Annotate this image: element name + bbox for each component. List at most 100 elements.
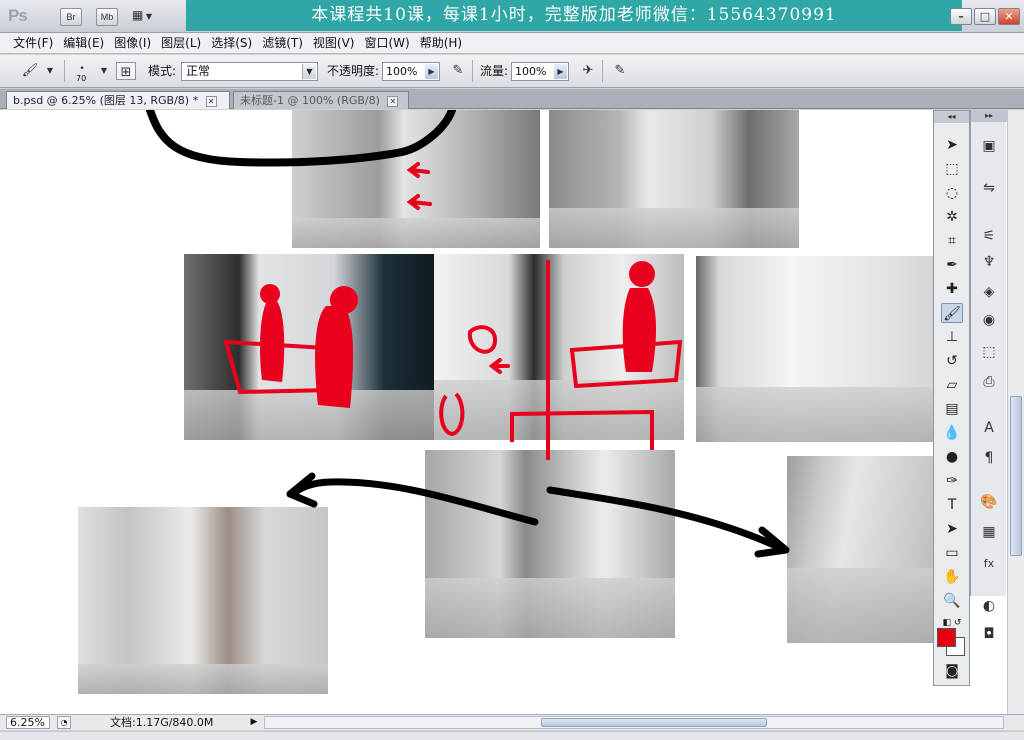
- path-selection-tool-icon[interactable]: ➤: [941, 519, 963, 539]
- maximize-button[interactable]: □: [974, 8, 996, 25]
- clone-source-panel-icon[interactable]: ◐: [979, 596, 999, 616]
- paths-panel-icon[interactable]: ⬚: [979, 342, 999, 362]
- vertical-scroll-thumb[interactable]: [1010, 396, 1022, 556]
- quick-mask-icon[interactable]: ◙: [941, 661, 963, 681]
- camera-panel-icon[interactable]: ◘: [979, 624, 999, 644]
- foreground-color-swatch[interactable]: [937, 628, 956, 647]
- tab-label: b.psd @ 6.25% (图层 13, RGB/8) *: [13, 94, 199, 107]
- menu-help[interactable]: 帮助(H): [415, 33, 467, 53]
- blend-mode-value: 正常: [186, 64, 211, 78]
- blur-tool-icon[interactable]: 💧: [941, 423, 963, 443]
- menu-filter[interactable]: 滤镜(T): [257, 33, 308, 53]
- paragraph-panel-icon[interactable]: ¶: [979, 448, 999, 468]
- separator: [602, 60, 603, 82]
- menu-image[interactable]: 图像(I): [109, 33, 156, 53]
- chevron-down-icon: ▼: [302, 64, 316, 79]
- pressure-opacity-icon[interactable]: ✎: [448, 61, 468, 81]
- history-brush-tool-icon[interactable]: ↺: [941, 351, 963, 371]
- brush-preset-icon[interactable]: 🖌: [20, 61, 40, 81]
- eyedropper-tool-icon[interactable]: ✒: [941, 255, 963, 275]
- shape-tool-icon[interactable]: ▭: [941, 543, 963, 563]
- close-icon[interactable]: ✕: [205, 95, 217, 107]
- dock-header[interactable]: ▸▸: [971, 110, 1007, 122]
- status-menu-icon[interactable]: ◔: [57, 716, 71, 729]
- brush-tool-icon[interactable]: 🖌: [941, 303, 963, 323]
- layers-panel-icon[interactable]: ◈: [979, 282, 999, 302]
- eraser-tool-icon[interactable]: ▱: [941, 375, 963, 395]
- chevron-right-icon[interactable]: ▶: [425, 64, 438, 79]
- channels-panel-icon[interactable]: ◉: [979, 310, 999, 330]
- lasso-tool-icon[interactable]: ◌: [941, 183, 963, 203]
- menu-file[interactable]: 文件(F): [8, 33, 58, 53]
- character-panel-icon[interactable]: A: [979, 418, 999, 438]
- gradient-tool-icon[interactable]: ▤: [941, 399, 963, 419]
- menu-layer[interactable]: 图层(L): [156, 33, 206, 53]
- close-icon[interactable]: ✕: [387, 95, 399, 107]
- black-arrowhead-right: [754, 526, 790, 558]
- hallway-photo-center: [425, 450, 675, 638]
- adjustments-panel-icon[interactable]: ⚟: [979, 226, 999, 246]
- document-tab-bar: b.psd @ 6.25% (图层 13, RGB/8) * ✕ 未标题-1 @…: [0, 89, 1024, 109]
- tab-untitled-1[interactable]: 未标题-1 @ 100% (RGB/8) ✕: [233, 91, 409, 109]
- corridor-photo-1: [292, 110, 540, 248]
- zoom-tool-icon[interactable]: 🔍: [941, 591, 963, 611]
- blend-mode-select[interactable]: 正常 ▼: [181, 62, 318, 81]
- mode-label: 模式:: [148, 64, 177, 78]
- crop-tool-icon[interactable]: ⌗: [941, 231, 963, 251]
- launch-mini-bridge-button[interactable]: Mb: [96, 8, 118, 26]
- history-panel-icon[interactable]: ⇋: [979, 178, 999, 198]
- swatches-panel-icon[interactable]: 🎨: [979, 492, 999, 512]
- corridor-photo-2: [549, 110, 799, 248]
- flow-field[interactable]: 100% ▶: [511, 62, 569, 81]
- marquee-tool-icon[interactable]: ⬚: [941, 159, 963, 179]
- horizontal-scrollbar[interactable]: [264, 716, 1004, 729]
- tools-panel-header[interactable]: ◂◂: [934, 111, 969, 123]
- separator: [64, 60, 65, 82]
- dodge-tool-icon[interactable]: ●: [941, 447, 963, 467]
- navigator-panel-icon[interactable]: ▣: [979, 136, 999, 156]
- fx-panel-icon[interactable]: fx: [979, 554, 999, 574]
- panel-dock: ▸▸ ▣ ⇋ ⚟ ♆ ◈ ◉ ⬚ ⎙ A ¶ 🎨 ▦ fx ◐ ◘: [970, 110, 1007, 642]
- vertical-scrollbar[interactable]: [1007, 110, 1024, 714]
- type-tool-icon[interactable]: T: [941, 495, 963, 515]
- zoom-level-field[interactable]: 6.25%: [6, 716, 50, 729]
- masks-panel-icon[interactable]: ♆: [979, 252, 999, 272]
- styles-panel-icon[interactable]: ▦: [979, 522, 999, 542]
- bottom-edge: [0, 731, 1024, 740]
- opacity-field[interactable]: 100% ▶: [382, 62, 440, 81]
- pressure-size-icon[interactable]: ✎: [610, 61, 630, 81]
- actions-panel-icon[interactable]: ⎙: [979, 372, 999, 392]
- magic-wand-tool-icon[interactable]: ✲: [941, 207, 963, 227]
- brush-picker-chevron-icon[interactable]: ▼: [94, 61, 114, 81]
- window-controls: – □ ✕: [950, 8, 1020, 25]
- chevron-down-icon: ▼: [143, 12, 153, 21]
- arrange-documents-button[interactable]: ▦ ▼: [132, 8, 164, 26]
- menu-edit[interactable]: 编辑(E): [58, 33, 109, 53]
- tab-b-psd[interactable]: b.psd @ 6.25% (图层 13, RGB/8) * ✕: [6, 91, 230, 109]
- menu-select[interactable]: 选择(S): [206, 33, 257, 53]
- pen-tool-icon[interactable]: ✑: [941, 471, 963, 491]
- clone-stamp-tool-icon[interactable]: ⊥: [941, 327, 963, 347]
- close-button[interactable]: ✕: [998, 8, 1020, 25]
- brush-panel-toggle-icon[interactable]: ⊞: [116, 62, 136, 80]
- status-bar: 6.25% ◔ 文档:1.17G/840.0M ▶: [0, 714, 1024, 730]
- healing-brush-tool-icon[interactable]: ✚: [941, 279, 963, 299]
- airbrush-icon[interactable]: ✈: [578, 61, 598, 81]
- film-icon: ▦: [132, 8, 144, 22]
- separator: [472, 60, 473, 82]
- minimize-button[interactable]: –: [950, 8, 972, 25]
- move-tool-icon[interactable]: ➤: [941, 135, 963, 155]
- photoshop-logo: Ps: [8, 6, 28, 25]
- chevron-right-icon[interactable]: ▶: [554, 64, 567, 79]
- horizontal-scroll-thumb[interactable]: [541, 718, 767, 727]
- launch-bridge-button[interactable]: Br: [60, 8, 82, 26]
- course-banner: 本课程共10课，每课1小时，完整版加老师微信：15564370991: [186, 0, 962, 31]
- menu-view[interactable]: 视图(V): [308, 33, 360, 53]
- tab-label: 未标题-1 @ 100% (RGB/8): [240, 94, 380, 107]
- menu-window[interactable]: 窗口(W): [359, 33, 414, 53]
- tools-panel: ◂◂ ➤ ⬚ ◌ ✲ ⌗ ✒ ✚ 🖌 ⊥ ↺ ▱ ▤ 💧 ● ✑ T ➤ ▭ ✋…: [933, 110, 970, 686]
- chevron-down-icon[interactable]: ▼: [40, 61, 60, 81]
- status-menu-arrow-icon[interactable]: ▶: [248, 716, 260, 729]
- document-canvas[interactable]: [0, 110, 1024, 714]
- hand-tool-icon[interactable]: ✋: [941, 567, 963, 587]
